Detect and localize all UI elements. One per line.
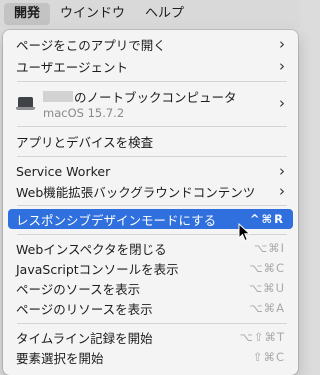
menu-item-web-extension-background[interactable]: Web機能拡張バックグラウンドコンテンツ › [8,181,293,201]
menu-item-start-element-selection[interactable]: 要素選択を開始 ⇧⌘C [8,347,293,367]
menu-bar: 開発 ウインドウ ヘルプ [0,0,300,27]
menu-item-inspect-apps[interactable]: アプリとデバイスを検査 [8,131,293,151]
menu-item-label: Webインスペクタを閉じる [16,241,167,257]
menu-item-label: ページをこのアプリで開く [16,37,166,53]
menu-item-page-resources[interactable]: ページのリソースを表示 ⌥⌘A [8,298,293,318]
chevron-right-icon: › [279,93,285,112]
menu-item-label: ページのソースを表示 [16,281,141,297]
menu-item-open-page-with[interactable]: ページをこのアプリで開く › [8,34,293,54]
menu-item-device[interactable]: のノートブックコンピュータ macOS 15.7.2 › [8,86,293,120]
menu-item-label: ユーザエージェント [16,59,129,75]
mouse-cursor-icon [238,223,251,242]
menu-item-shortcut: ⌥⇧⌘T [239,330,285,344]
menu-item-label: Service Worker [16,163,111,179]
menu-separator [17,156,287,157]
menu-item-user-agent[interactable]: ユーザエージェント › [8,56,293,76]
chevron-right-icon: › [279,56,285,75]
laptop-icon [16,96,35,110]
menu-separator [17,81,287,82]
develop-menu: ページをこのアプリで開く › ユーザエージェント › のノートブックコンピュータ… [3,30,298,375]
chevron-right-icon: › [279,34,285,53]
menu-item-shortcut: ⇧⌘C [252,350,285,364]
menu-separator [17,126,287,127]
menu-item-label: Web機能拡張バックグラウンドコンテンツ [16,184,256,200]
menu-item-label: JavaScriptコンソールを表示 [16,261,179,277]
device-name-label: のノートブックコンピュータ [74,89,237,105]
menu-item-label: アプリとデバイスを検査 [16,134,154,150]
menu-separator [17,323,287,324]
device-name: のノートブックコンピュータ [43,87,279,106]
menu-item-label: レスポンシブデザインモードにする [16,212,217,228]
redacted-block [43,90,73,102]
menu-item-shortcut: ^⌘R [249,212,285,226]
menu-item-shortcut: ⌥⌘I [253,241,285,255]
menu-item-shortcut: ⌥⌘U [248,281,285,295]
menu-separator [17,205,287,206]
menubar-item-develop[interactable]: 開発 [4,2,51,25]
menu-item-label: タイムライン記録を開始 [16,330,153,346]
menu-item-page-source[interactable]: ページのソースを表示 ⌥⌘U [8,278,293,298]
chevron-right-icon: › [279,181,285,200]
menu-item-start-timeline-recording[interactable]: タイムライン記録を開始 ⌥⇧⌘T [8,327,293,347]
menubar-item-help[interactable]: ヘルプ [135,3,194,25]
chevron-right-icon: › [279,161,285,180]
menu-item-label: 要素選択を開始 [16,350,104,366]
menu-item-label: ページのリソースを表示 [16,301,153,317]
menu-item-javascript-console[interactable]: JavaScriptコンソールを表示 ⌥⌘C [8,258,293,278]
menu-item-shortcut: ⌥⌘A [249,301,285,315]
menu-item-service-worker[interactable]: Service Worker › [8,161,293,181]
menubar-item-window[interactable]: ウインドウ [50,3,135,25]
device-os-version: macOS 15.7.2 [43,105,125,120]
menu-item-shortcut: ⌥⌘C [249,261,285,275]
device-text: のノートブックコンピュータ macOS 15.7.2 [43,87,279,120]
